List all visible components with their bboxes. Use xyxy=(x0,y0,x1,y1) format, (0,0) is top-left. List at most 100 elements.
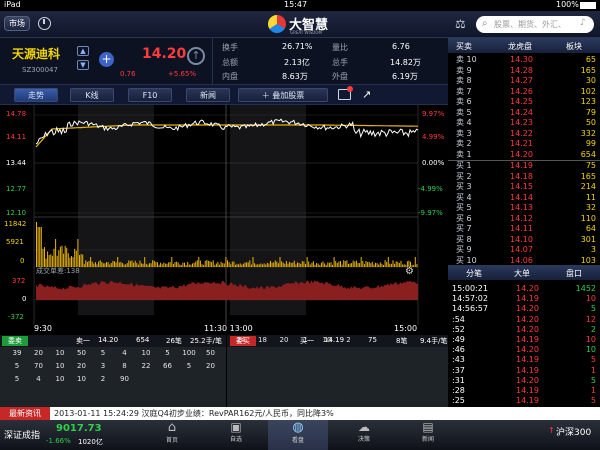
clock-icon[interactable] xyxy=(38,17,51,30)
volume-bar xyxy=(381,263,383,267)
volume-bar xyxy=(163,262,165,267)
level-volume: 99 xyxy=(585,139,596,148)
volume-bar xyxy=(319,265,321,267)
volume-bar xyxy=(187,261,189,267)
tab-kline[interactable]: K线 xyxy=(70,88,114,102)
prev-stock-icon[interactable]: ▲ xyxy=(77,46,89,56)
home-icon: ⌂ xyxy=(167,420,177,435)
buy-level-row[interactable]: 买 1 14.19 75 xyxy=(448,161,600,172)
sell-level-row[interactable]: 卖 1 14.20 654 xyxy=(448,150,600,161)
nav-decision[interactable]: ☁ 决策 xyxy=(334,420,394,450)
market-button[interactable]: 市场 xyxy=(4,16,30,31)
tab-dragon-tiger[interactable]: 龙虎盘 xyxy=(508,41,532,52)
nav-news[interactable]: ▤ 新闻 xyxy=(398,420,458,450)
volume-bar xyxy=(106,262,107,267)
scale-icon[interactable]: ⚖ xyxy=(455,17,466,31)
tab-overlay-label: 叠加股票 xyxy=(272,91,305,100)
volume-bar xyxy=(193,262,195,267)
volume-bar xyxy=(219,264,220,267)
sell-level-row[interactable]: 卖 7 14.26 102 xyxy=(448,87,600,98)
buy-level-row[interactable]: 买 8 14.10 301 xyxy=(448,235,600,246)
volume-bar xyxy=(254,263,256,267)
index-amount: 1020亿 xyxy=(78,438,103,446)
level-volume: 50 xyxy=(585,118,596,127)
level-price: 14.26 xyxy=(510,86,533,96)
volume-bar xyxy=(330,262,332,267)
buy-level-row[interactable]: 买 2 14.18 165 xyxy=(448,172,600,183)
macd-title: 成交单差:138 xyxy=(36,267,80,275)
volume-bar xyxy=(85,260,87,267)
sell-level-row[interactable]: 卖 2 14.21 99 xyxy=(448,139,600,150)
tick-time: 14:56:57 xyxy=(452,304,488,314)
volume-bar xyxy=(373,264,375,267)
volume-bar xyxy=(289,261,291,267)
tab-f10[interactable]: F10 xyxy=(128,88,172,102)
share-icon[interactable]: ↗ xyxy=(362,88,371,101)
volume-bar xyxy=(346,260,348,267)
buy-level-row[interactable]: 买 9 14.07 3 xyxy=(448,245,600,256)
level-label: 卖 6 xyxy=(456,97,472,106)
tick-volume: 5 xyxy=(590,396,596,406)
tick-tabs: 分笔 大单 盘口 xyxy=(448,265,600,280)
buy-level-row[interactable]: 买 5 14.13 32 xyxy=(448,203,600,214)
sell-level-row[interactable]: 卖 3 14.22 332 xyxy=(448,129,600,140)
tab-overlay-stock[interactable]: ＋ 叠加股票 xyxy=(238,88,328,102)
nav-market[interactable]: ◍ 看盘 xyxy=(268,420,328,450)
tab-trend[interactable]: 走势 xyxy=(14,88,58,102)
index-shortcut[interactable]: 沪深300 xyxy=(556,425,591,438)
settings-gear-icon[interactable]: ⚙ xyxy=(405,266,414,277)
buy-level-row[interactable]: 买 4 14.14 11 xyxy=(448,193,600,204)
volume-bar xyxy=(120,261,122,267)
queue-cell: 10 xyxy=(77,375,86,383)
tab-order-summary[interactable]: 盘口 xyxy=(566,268,582,279)
volume-bar xyxy=(402,264,404,267)
tick-row: :28 14.19 1 xyxy=(448,386,600,396)
microphone-icon[interactable]: ♪ xyxy=(580,18,586,28)
mail-icon[interactable] xyxy=(338,86,353,100)
next-stock-icon[interactable]: ▼ xyxy=(77,60,89,70)
sell-level-row[interactable]: 卖 9 14.28 165 xyxy=(448,66,600,77)
sell-level-row[interactable]: 卖 8 14.27 30 xyxy=(448,76,600,87)
tick-row: :43 14.19 5 xyxy=(448,355,600,365)
nav-watchlist[interactable]: ▣ 自选 xyxy=(206,420,266,450)
volume-bar xyxy=(268,263,270,267)
tab-order-book[interactable]: 买卖 xyxy=(456,41,472,52)
search-input[interactable]: 股票、期货、外汇、 xyxy=(494,19,566,30)
tick-volume: 10 xyxy=(585,345,596,355)
volume-bar xyxy=(185,265,187,267)
volume-bar xyxy=(276,261,278,267)
nav-home[interactable]: ⌂ 首页 xyxy=(142,420,202,450)
volume-bar xyxy=(75,250,77,267)
tab-ticks[interactable]: 分笔 xyxy=(466,268,482,279)
buy-level-row[interactable]: 买 7 14.11 64 xyxy=(448,224,600,235)
tick-price: 14.19 xyxy=(516,365,539,375)
order-book-panel: 买卖 龙虎盘 板块 卖 10 14.30 65 卖 9 14.28 165 卖 8 14.27… xyxy=(448,38,600,408)
level-volume: 11 xyxy=(585,192,596,202)
volume-bar xyxy=(139,260,141,267)
sell-level-row[interactable]: 卖 5 14.24 79 xyxy=(448,108,600,119)
volume-bar xyxy=(340,261,341,267)
volume-bar xyxy=(370,263,372,267)
tab-news[interactable]: 新闻 xyxy=(186,88,230,102)
level-price: 14.19 xyxy=(510,161,533,170)
volume-bar xyxy=(90,257,92,267)
volume-bar xyxy=(222,263,224,267)
sell-level-row[interactable]: 卖 10 14.30 65 xyxy=(448,55,600,66)
level-price: 14.20 xyxy=(510,149,533,159)
level-price: 14.10 xyxy=(510,234,533,244)
search-box[interactable]: ⌕ 股票、期货、外汇、 ♪ xyxy=(476,16,594,33)
volume-bar xyxy=(184,262,185,267)
volume-bar xyxy=(58,250,60,267)
sell-level-row[interactable]: 卖 4 14.23 50 xyxy=(448,118,600,129)
intraday-chart[interactable]: 14.78 14.11 13.44 12.77 12.10 9.97% 4.99… xyxy=(0,105,448,335)
news-ticker[interactable]: 最新资讯 2013-01-11 15:24:29 汉庭Q4初步业绩：RevPAR… xyxy=(0,407,600,420)
buy-level-row[interactable]: 买 6 14.12 110 xyxy=(448,214,600,225)
buy-level-row[interactable]: 买 3 14.15 214 xyxy=(448,182,600,193)
volume-bar xyxy=(82,254,84,267)
add-favorite-icon[interactable]: + xyxy=(99,52,114,67)
volume-bar xyxy=(416,264,418,267)
tab-sector[interactable]: 板块 xyxy=(566,41,582,52)
sell-level-row[interactable]: 卖 6 14.25 123 xyxy=(448,97,600,108)
tab-large-orders[interactable]: 大单 xyxy=(514,268,530,279)
volume-bar xyxy=(360,257,362,267)
